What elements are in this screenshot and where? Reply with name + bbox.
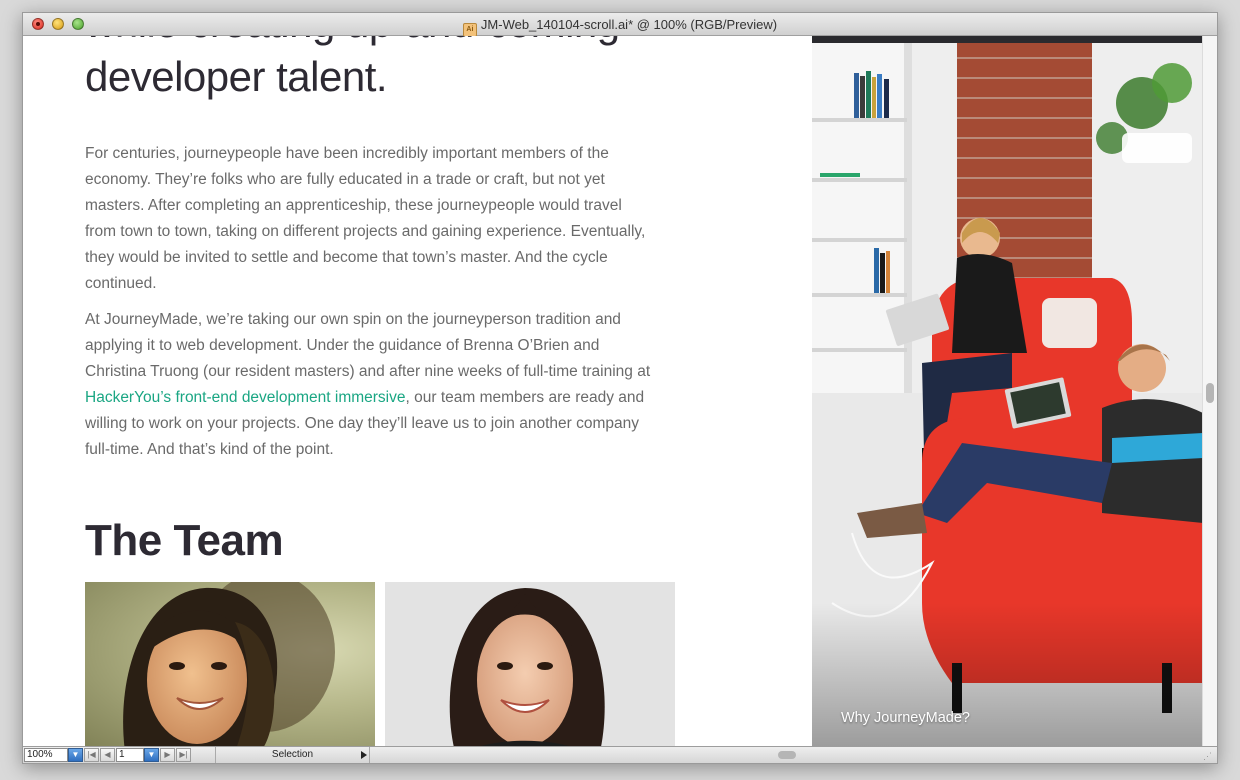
team-member-photo-1: [85, 582, 375, 748]
journeymade-paragraph: At JourneyMade, we’re taking our own spi…: [85, 307, 655, 463]
first-page-icon[interactable]: |◀: [84, 748, 99, 762]
team-section-title: The Team: [85, 516, 284, 565]
content-column: while creating up-and-coming developer t…: [23, 36, 812, 748]
office-photo-panel: Why JourneyMade?: [812, 36, 1203, 748]
window-title-text: JM-Web_140104-scroll.ai* @ 100% (RGB/Pre…: [480, 17, 778, 32]
resize-grip-icon[interactable]: ⋰: [1203, 750, 1215, 762]
app-window: Ai JM-Web_140104-scroll.ai* @ 100% (RGB/P…: [22, 12, 1218, 764]
last-page-icon[interactable]: ▶|: [176, 748, 191, 762]
hackeryou-link[interactable]: HackerYou’s front-end development immers…: [85, 389, 406, 406]
next-page-icon[interactable]: ▶: [160, 748, 175, 762]
headline-line-2: developer talent.: [85, 53, 388, 100]
zoom-level-field[interactable]: 100%: [24, 748, 68, 762]
team-member-2-portrait: [449, 588, 605, 748]
headline: while creating up-and-coming developer t…: [85, 36, 725, 104]
tool-menu-arrow-icon[interactable]: [361, 751, 367, 759]
current-tool-label[interactable]: Selection: [215, 747, 370, 763]
horizontal-scroll-thumb[interactable]: [778, 751, 796, 759]
title-bar[interactable]: Ai JM-Web_140104-scroll.ai* @ 100% (RGB/P…: [23, 13, 1217, 37]
status-bar: 100% ▼ |◀ ◀ 1 ▼ ▶ ▶| Selection ⋰: [23, 746, 1217, 763]
prev-page-icon[interactable]: ◀: [100, 748, 115, 762]
intro-paragraph: For centuries, journeypeople have been i…: [85, 145, 646, 292]
vertical-scrollbar[interactable]: [1202, 36, 1217, 748]
page-number-field[interactable]: 1: [116, 748, 144, 762]
headline-line-1: while creating up-and-coming: [85, 36, 620, 46]
window-title: Ai JM-Web_140104-scroll.ai* @ 100% (RGB/P…: [23, 17, 1217, 37]
why-journeymade-caption[interactable]: Why JourneyMade?: [841, 710, 970, 726]
page-dropdown-icon[interactable]: ▼: [144, 748, 159, 762]
team-member-1-portrait: [123, 582, 335, 748]
zoom-dropdown-icon[interactable]: ▼: [68, 748, 83, 762]
vertical-scroll-thumb[interactable]: [1206, 383, 1214, 403]
paragraph-text-start: At JourneyMade, we’re taking our own spi…: [85, 311, 651, 380]
illustrator-document-icon: Ai: [462, 23, 477, 37]
artboard-canvas[interactable]: while creating up-and-coming developer t…: [23, 36, 1203, 748]
panel-top-bar: [812, 36, 1203, 43]
team-member-photo-2: [385, 582, 675, 748]
office-photo: [812, 43, 1203, 748]
